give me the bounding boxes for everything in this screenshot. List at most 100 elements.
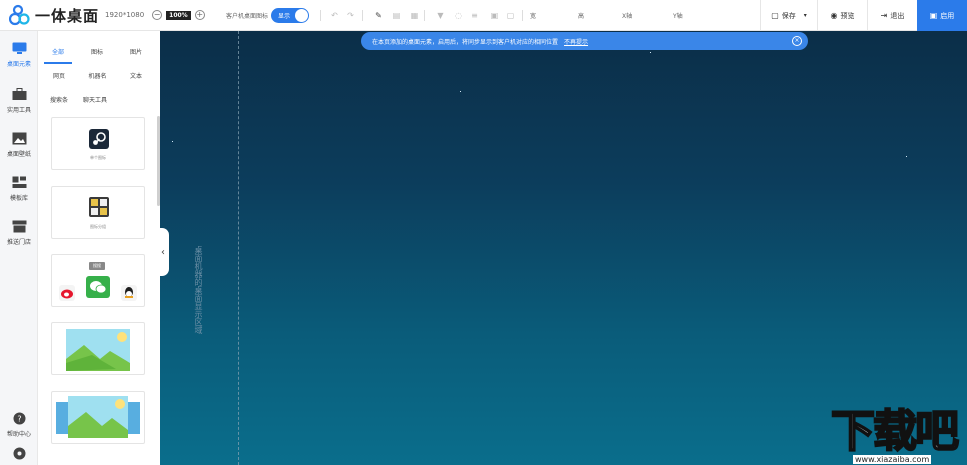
chevron-left-icon: ‹ bbox=[161, 246, 165, 258]
app-logo: 一体桌面 bbox=[9, 4, 99, 26]
save-icon: ▢ bbox=[771, 11, 779, 20]
element-card-icon-group[interactable]: 图标分组 bbox=[51, 186, 145, 239]
top-toolbar: 一体桌面 1920*1080 − 100% + 客户机桌面图标 显示 ↶ ↷ ✎… bbox=[0, 0, 967, 31]
watermark-logo: 下载吧 bbox=[830, 406, 960, 457]
divider bbox=[362, 10, 363, 21]
zoom-level: 100% bbox=[166, 10, 191, 20]
sidebar-item-tools[interactable]: 实用工具 bbox=[0, 88, 38, 114]
client-icon-toggle[interactable]: 显示 bbox=[271, 8, 309, 23]
sidebar-item-label: 推送门店 bbox=[6, 239, 31, 246]
preview-label: 预览 bbox=[840, 11, 855, 20]
card-caption: 图标分组 bbox=[90, 224, 106, 229]
icon-group-icon bbox=[89, 197, 109, 217]
wechat-icon bbox=[86, 276, 110, 298]
desktop-canvas[interactable]: 桌面机器的桌面显示区域 在本页添加的桌面元素，启用后，将同步显示到客户机对应的相… bbox=[160, 31, 967, 465]
redo-icon[interactable]: ↷ bbox=[346, 11, 355, 20]
tab-search-bar[interactable]: 搜索条 bbox=[50, 95, 68, 104]
layer-icon[interactable]: ▼ bbox=[436, 11, 445, 20]
sidebar-item-wallpaper[interactable]: 桌面壁纸 bbox=[0, 132, 38, 158]
watermark: 下载吧 www.xiazaiba.com bbox=[830, 406, 967, 465]
divider bbox=[522, 10, 523, 21]
sidebar-item-templates[interactable]: 模板库 bbox=[0, 176, 38, 202]
lock-icon[interactable]: ▣ bbox=[490, 11, 499, 20]
exit-label: 退出 bbox=[890, 11, 905, 20]
watermark-url: www.xiazaiba.com bbox=[853, 455, 932, 464]
store-icon bbox=[12, 220, 26, 233]
publish-label: 启用 bbox=[940, 11, 955, 20]
element-subtabs-row2: 搜索条 聊天工具 bbox=[50, 95, 107, 104]
element-tabs: 全部 图标 图片 bbox=[38, 47, 148, 56]
exit-button[interactable]: ⇥ 退出 bbox=[867, 0, 917, 31]
collapse-panel-button[interactable]: ‹ bbox=[157, 228, 169, 276]
sidebar: 桌面元素 实用工具 桌面壁纸 模板库 推送门店 ? 帮助中心 bbox=[0, 31, 38, 465]
save-button[interactable]: ▢ 保存 ▾ bbox=[760, 0, 817, 31]
settings-icon bbox=[13, 447, 25, 460]
tab-all[interactable]: 全部 bbox=[52, 47, 64, 56]
tab-icons[interactable]: 图标 bbox=[91, 47, 103, 56]
tab-machine-name[interactable]: 机器名 bbox=[88, 71, 106, 80]
active-tab-indicator bbox=[44, 62, 72, 64]
publish-button[interactable]: ▣ 启用 bbox=[917, 0, 967, 31]
tab-text[interactable]: 文本 bbox=[130, 71, 142, 80]
tab-webpage[interactable]: 网页 bbox=[53, 71, 65, 80]
y-axis-label: Y轴 bbox=[673, 13, 683, 20]
order-icon[interactable]: ≡ bbox=[470, 11, 479, 20]
distribute-icon[interactable]: ▦ bbox=[410, 11, 419, 20]
resolution-label: 1920*1080 bbox=[105, 11, 145, 19]
element-panel: 全部 图标 图片 网页 机器名 文本 搜索条 聊天工具 单个图标 图标分组 搜搜 bbox=[38, 31, 160, 465]
tab-images[interactable]: 图片 bbox=[130, 47, 142, 56]
toolbox-icon bbox=[12, 88, 26, 100]
weibo-icon bbox=[59, 285, 75, 301]
sidebar-item-help[interactable]: ? 帮助中心 bbox=[0, 412, 38, 438]
sidebar-item-push-stores[interactable]: 推送门店 bbox=[0, 220, 38, 246]
element-subtabs: 网页 机器名 文本 bbox=[38, 71, 148, 80]
brush-icon[interactable]: ✎ bbox=[374, 11, 383, 20]
tab-chat-tools[interactable]: 聊天工具 bbox=[83, 95, 107, 104]
unlock-icon[interactable]: ▢ bbox=[506, 11, 515, 20]
notice-text: 在本页添加的桌面元素，启用后，将同步显示到客户机对应的相同位置 bbox=[372, 38, 559, 46]
toggle-label: 显示 bbox=[278, 13, 291, 20]
save-label: 保存 bbox=[781, 11, 796, 20]
align-icon[interactable]: ▤ bbox=[392, 11, 401, 20]
dismiss-notice-link[interactable]: 不再提示 bbox=[564, 37, 588, 46]
star bbox=[906, 156, 907, 157]
logo-icon bbox=[9, 4, 30, 26]
app-name: 一体桌面 bbox=[35, 6, 100, 25]
card-caption: 单个图标 bbox=[90, 155, 106, 160]
steam-icon bbox=[89, 129, 109, 149]
image-icon bbox=[12, 132, 26, 145]
element-card-single-icon[interactable]: 单个图标 bbox=[51, 117, 145, 170]
landscape-image-icon bbox=[66, 329, 130, 371]
slideshow-icon bbox=[56, 396, 140, 438]
divider bbox=[320, 10, 321, 21]
height-label: 高 bbox=[578, 13, 585, 20]
element-card-slideshow[interactable] bbox=[51, 391, 145, 444]
star bbox=[650, 52, 651, 53]
sidebar-item-label: 桌面元素 bbox=[6, 61, 31, 68]
guide-line bbox=[238, 31, 239, 465]
rotate-icon[interactable]: ◌ bbox=[454, 11, 463, 20]
sidebar-item-label: 实用工具 bbox=[6, 107, 31, 114]
toggle-knob bbox=[295, 9, 308, 22]
star bbox=[460, 91, 461, 92]
star bbox=[172, 141, 173, 142]
canvas-region-label: 桌面机器的桌面显示区域 bbox=[194, 246, 203, 334]
notice-banner: 在本页添加的桌面元素，启用后，将同步显示到客户机对应的相同位置 不再提示 × bbox=[361, 32, 808, 50]
divider bbox=[424, 10, 425, 21]
sidebar-item-label: 桌面壁纸 bbox=[6, 151, 31, 158]
element-card-chat-tools[interactable]: 搜搜 bbox=[51, 254, 145, 307]
help-icon: ? bbox=[13, 412, 25, 425]
sidebar-item-desktop-elements[interactable]: 桌面元素 bbox=[0, 42, 38, 68]
x-axis-label: X轴 bbox=[622, 13, 633, 20]
close-icon[interactable]: × bbox=[792, 36, 802, 46]
monitor-icon bbox=[12, 42, 26, 54]
sidebar-item-more[interactable] bbox=[0, 447, 38, 464]
preview-button[interactable]: ◉ 预览 bbox=[817, 0, 867, 31]
undo-icon[interactable]: ↶ bbox=[330, 11, 339, 20]
client-icon-label: 客户机桌面图标 bbox=[226, 13, 269, 20]
zoom-out-button[interactable]: − bbox=[152, 10, 163, 20]
zoom-in-button[interactable]: + bbox=[194, 10, 205, 20]
eye-icon: ◉ bbox=[830, 11, 838, 20]
publish-icon: ▣ bbox=[929, 11, 938, 20]
element-card-image[interactable] bbox=[51, 322, 145, 375]
